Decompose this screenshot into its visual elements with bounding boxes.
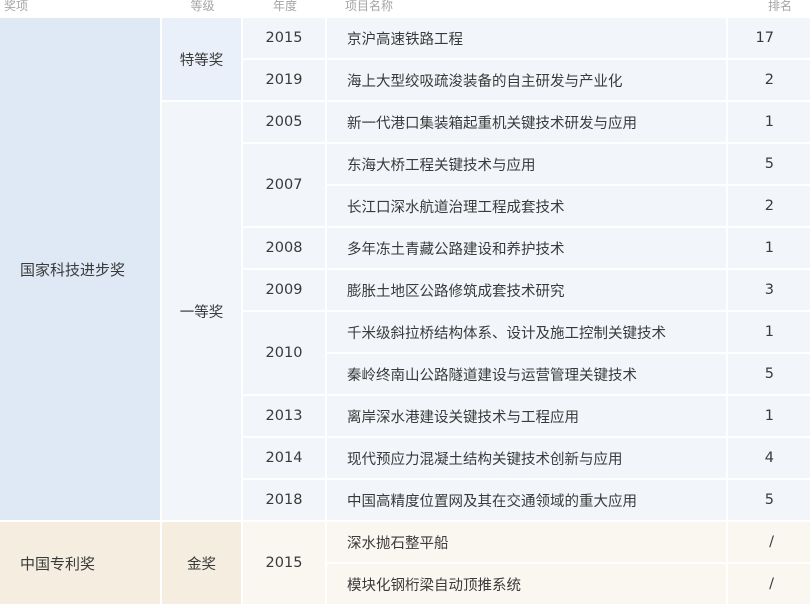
year-cell: 2015 [243,522,327,606]
project-name-cell: 秦岭终南山公路隧道建设与运营管理关键技术 [327,354,728,396]
rank-cell: 4 [728,438,810,480]
header-year: 年度 [272,0,297,13]
awards-table: 奖项 等级 年度 项目名称 排名 国家科技进步奖 特等奖 2015 京沪高速铁路工程 1… [0,0,810,606]
rank-cell: 2 [728,186,810,228]
rank-cell: / [728,564,810,606]
project-name-cell: 膨胀土地区公路修筑成套技术研究 [327,270,728,312]
project-name-cell: 现代预应力混凝土结构关键技术创新与应用 [327,438,728,480]
rank-cell: 5 [728,144,810,186]
project-name-cell: 海上大型绞吸疏浚装备的自主研发与产业化 [327,60,728,102]
table-row: 中国专利奖 金奖 2015 深水抛石整平船 / [0,522,810,606]
project-name-cell: 新一代港口集装箱起重机关键技术研发与应用 [327,102,728,144]
project-name-cell: 深水抛石整平船 [327,522,728,564]
year-cell: 2010 [243,312,327,396]
grade-cell: 特等奖 [162,18,243,102]
project-name-cell: 离岸深水港建设关键技术与工程应用 [327,396,728,438]
year-cell: 2019 [243,60,327,102]
project-name-cell: 京沪高速铁路工程 [327,18,728,60]
table-header: 奖项 等级 年度 项目名称 排名 [0,0,810,18]
rank-cell: 5 [728,354,810,396]
project-name-cell: 模块化钢桁梁自动顶推系统 [327,564,728,606]
grade-cell: 一等奖 [162,102,243,522]
year-cell: 2013 [243,396,327,438]
header-award: 奖项 [4,0,29,13]
project-name-cell: 千米级斜拉桥结构体系、设计及施工控制关键技术 [327,312,728,354]
rank-cell: 17 [728,18,810,60]
rank-cell: 1 [728,312,810,354]
rank-cell: 3 [728,270,810,312]
table-body: 国家科技进步奖 特等奖 2015 京沪高速铁路工程 17 2019 海上大型绞吸疏浚装备的自… [0,18,810,606]
project-name-cell: 多年冻土青藏公路建设和养护技术 [327,228,728,270]
grade-cell: 金奖 [162,522,243,606]
year-cell: 2005 [243,102,327,144]
rank-cell: 5 [728,480,810,522]
header-project-name: 项目名称 [345,0,394,13]
table-row: 国家科技进步奖 特等奖 2015 京沪高速铁路工程 17 [0,18,810,522]
year-cell: 2015 [243,18,327,60]
year-cell: 2007 [243,144,327,228]
award-cell: 中国专利奖 [0,522,162,606]
award-cell: 国家科技进步奖 [0,18,162,522]
year-cell: 2008 [243,228,327,270]
year-cell: 2009 [243,270,327,312]
year-cell: 2018 [243,480,327,522]
header-row: 奖项 等级 年度 项目名称 排名 [0,0,810,18]
rank-cell: 1 [728,396,810,438]
rank-cell: / [728,522,810,564]
year-cell: 2014 [243,438,327,480]
project-name-cell: 东海大桥工程关键技术与应用 [327,144,728,186]
project-name-cell: 中国高精度位置网及其在交通领域的重大应用 [327,480,728,522]
header-rank: 排名 [767,0,792,13]
header-grade: 等级 [190,0,215,13]
project-name-cell: 长江口深水航道治理工程成套技术 [327,186,728,228]
rank-cell: 1 [728,102,810,144]
rank-cell: 2 [728,60,810,102]
rank-cell: 1 [728,228,810,270]
